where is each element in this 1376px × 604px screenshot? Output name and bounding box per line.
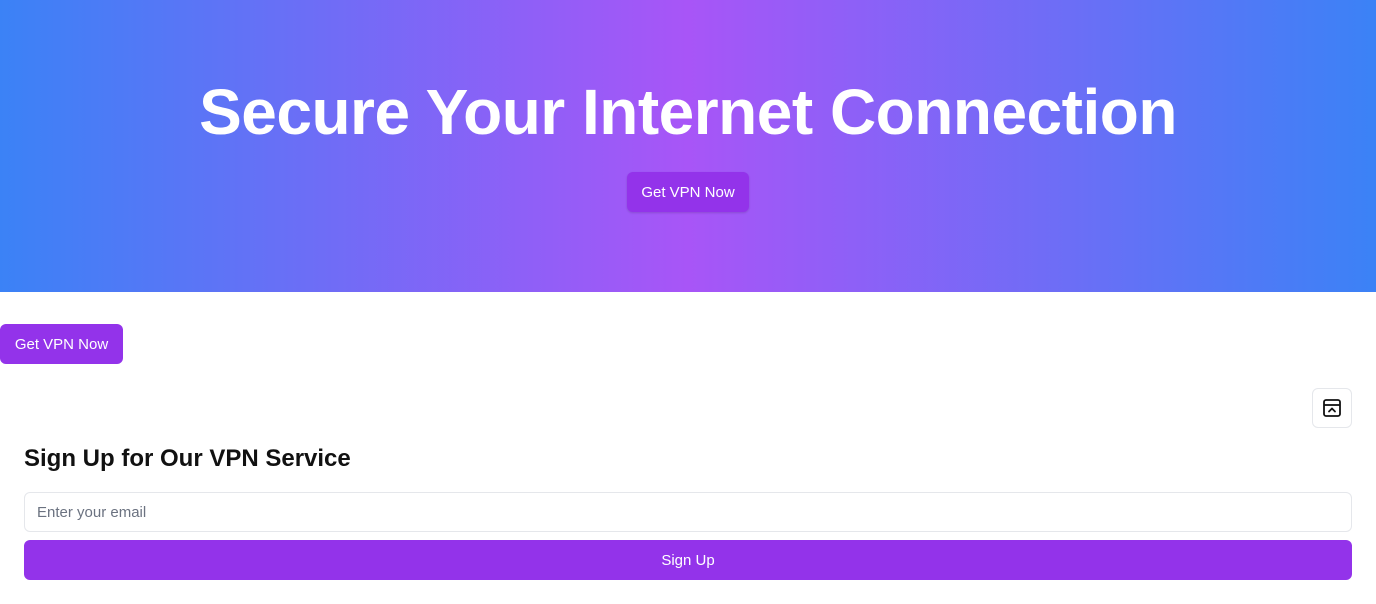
signup-title: Sign Up for Our VPN Service [24, 445, 351, 472]
get-vpn-hero-button[interactable]: Get VPN Now [627, 172, 749, 212]
sign-up-button[interactable]: Sign Up [24, 540, 1352, 580]
collapse-panel-button[interactable] [1312, 388, 1352, 428]
hero-title: Secure Your Internet Connection [199, 76, 1177, 148]
get-vpn-button[interactable]: Get VPN Now [0, 324, 123, 364]
hero-banner: Secure Your Internet Connection Get VPN … [0, 0, 1376, 292]
email-field[interactable] [24, 492, 1352, 532]
collapse-panel-icon [1322, 398, 1342, 418]
